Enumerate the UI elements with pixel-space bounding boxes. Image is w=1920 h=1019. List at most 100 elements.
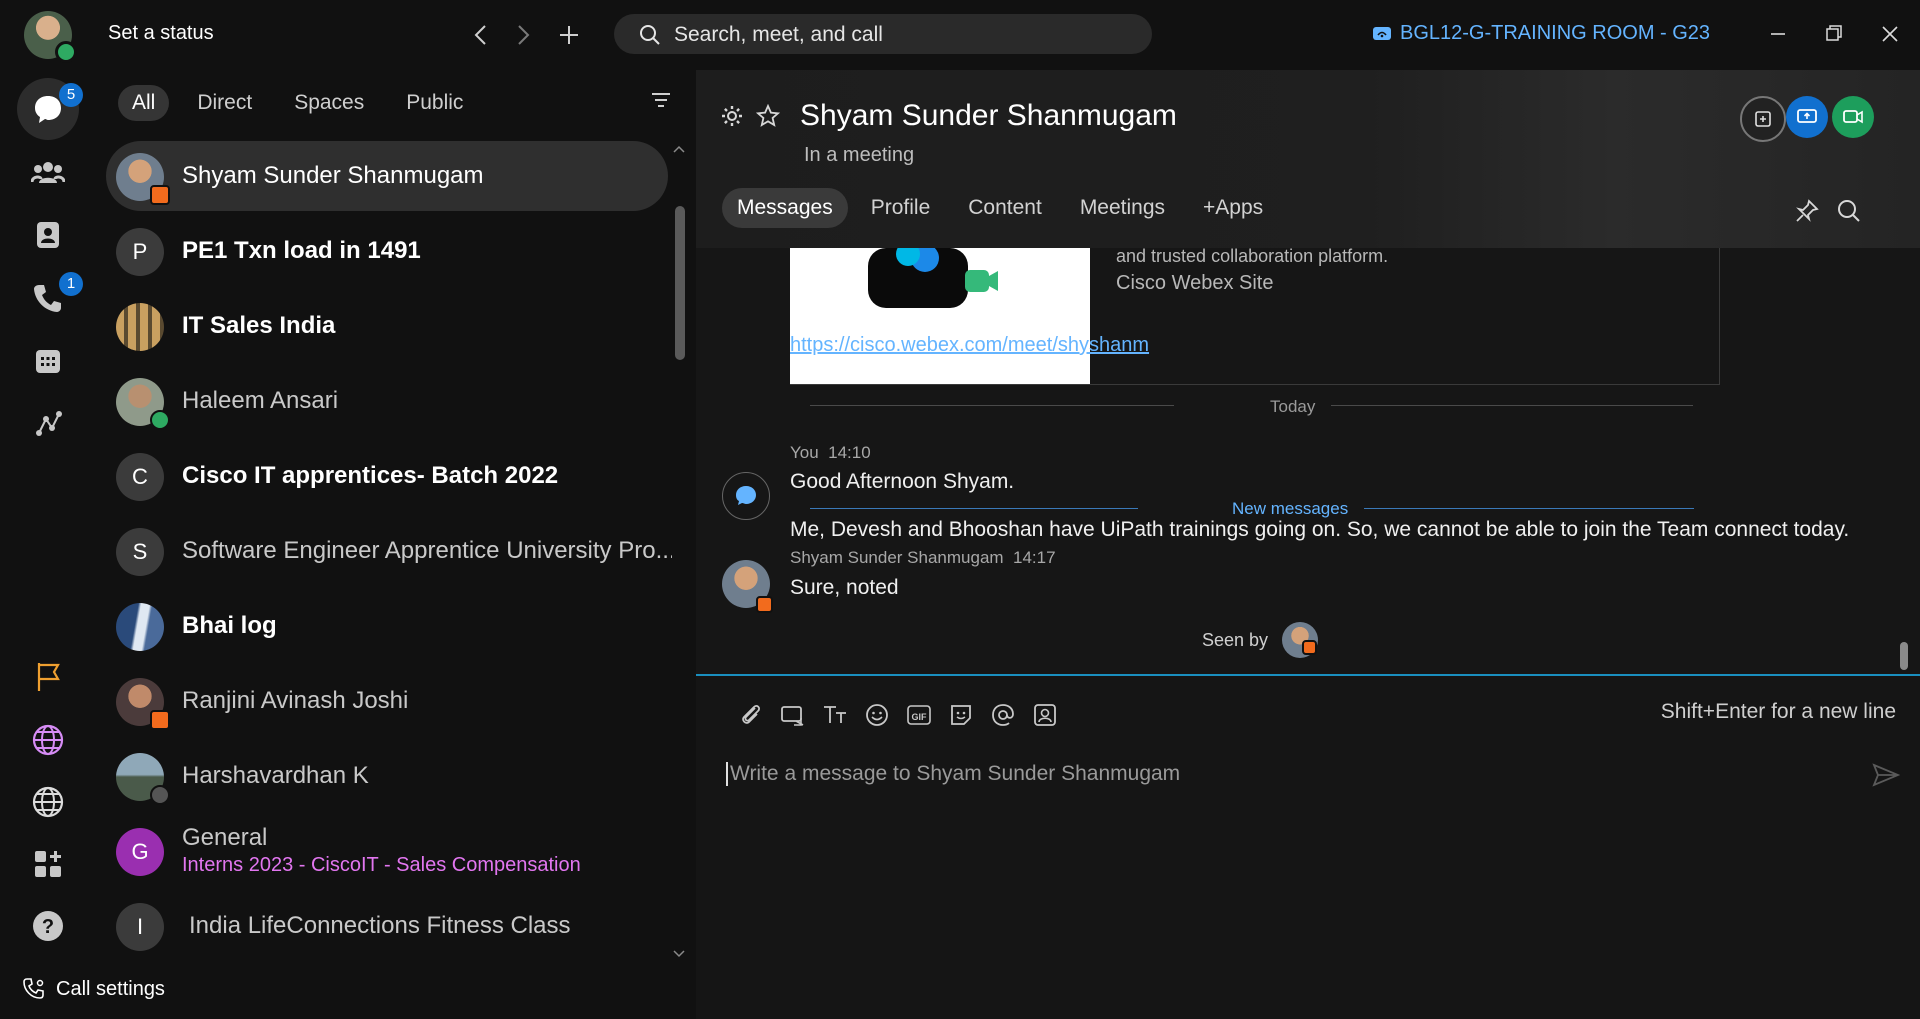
- conversation-name: Bhai log: [182, 612, 277, 639]
- call-settings-button[interactable]: Call settings: [22, 977, 165, 1001]
- my-message-avatar: [722, 472, 770, 520]
- avatar: [116, 603, 164, 651]
- conversation-name: Shyam Sunder Shanmugam: [182, 162, 484, 189]
- sticker-icon[interactable]: [948, 702, 974, 728]
- search-bar[interactable]: Search, meet, and call: [614, 14, 1152, 54]
- tab-profile[interactable]: Profile: [856, 188, 946, 228]
- back-icon[interactable]: [466, 20, 496, 50]
- workflow-icon[interactable]: [24, 400, 72, 448]
- attach-icon[interactable]: [738, 702, 764, 728]
- conversation-name: India LifeConnections Fitness Class: [189, 912, 571, 939]
- conversation-bhai-log[interactable]: Bhai log: [106, 591, 668, 661]
- filter-menu-icon[interactable]: [650, 90, 672, 110]
- in-meeting-icon: [756, 596, 773, 613]
- send-icon[interactable]: [1872, 762, 1900, 788]
- in-meeting-icon: [150, 710, 170, 730]
- avatar: C: [116, 453, 164, 501]
- link-preview-description: and trusted collaboration platform.: [1116, 246, 1389, 266]
- tab-messages[interactable]: Messages: [722, 188, 848, 228]
- restore-icon[interactable]: [1818, 18, 1850, 50]
- flag-icon[interactable]: [24, 653, 72, 701]
- tab-meetings[interactable]: Meetings: [1065, 188, 1180, 228]
- message-text: Me, Devesh and Bhooshan have UiPath trai…: [790, 518, 1850, 541]
- conversation-software-engineer-apprentice[interactable]: S Software Engineer Apprentice Universit…: [106, 516, 672, 586]
- forward-icon[interactable]: [508, 20, 538, 50]
- conversation-cisco-it-apprentices[interactable]: C Cisco IT apprentices- Batch 2022: [106, 441, 668, 511]
- today-divider-right: [1331, 405, 1693, 406]
- message-sender: Shyam Sunder Shanmugam: [790, 548, 1004, 567]
- seen-by-label: Seen by: [1202, 630, 1269, 650]
- title-bar: Set a status Search, meet, and call BGL1…: [0, 0, 1920, 70]
- filter-public[interactable]: Public: [392, 85, 477, 121]
- calling-badge: 1: [59, 272, 83, 296]
- avatar: I: [116, 903, 164, 951]
- svg-text:?: ?: [42, 916, 54, 938]
- search-icon[interactable]: [1836, 198, 1862, 224]
- message-sender-you: You 14:10: [790, 443, 871, 463]
- today-divider-left: [810, 405, 1174, 406]
- minimize-icon[interactable]: [1762, 18, 1794, 50]
- chat-scroll-thumb[interactable]: [1900, 642, 1908, 670]
- mention-icon[interactable]: [990, 702, 1016, 728]
- chat-status: In a meeting: [804, 144, 915, 166]
- contact-card-icon[interactable]: [1032, 702, 1058, 728]
- calendar-icon[interactable]: [24, 337, 72, 385]
- close-icon[interactable]: [1874, 18, 1906, 50]
- plus-icon[interactable]: [554, 20, 584, 50]
- star-icon[interactable]: [756, 104, 780, 128]
- add-apps-icon[interactable]: [24, 840, 72, 888]
- text-format-icon[interactable]: [822, 702, 848, 728]
- conversation-list-scroll-thumb[interactable]: [675, 206, 685, 360]
- conversation-filters: All Direct Spaces Public: [118, 85, 477, 121]
- pin-icon[interactable]: [1794, 198, 1820, 224]
- presence-available-icon: [55, 41, 77, 63]
- tab-content[interactable]: Content: [953, 188, 1057, 228]
- filter-spaces[interactable]: Spaces: [280, 85, 378, 121]
- conversation-name: Software Engineer Apprentice University …: [182, 537, 672, 564]
- search-icon: [638, 23, 662, 47]
- set-status-button[interactable]: Set a status: [108, 22, 214, 45]
- teams-icon[interactable]: [24, 148, 72, 196]
- message-input[interactable]: Write a message to Shyam Sunder Shanmuga…: [726, 762, 1180, 786]
- conversation-india-lifeconnections[interactable]: I India LifeConnections Fitness Class: [106, 891, 668, 961]
- globe-app-icon[interactable]: [24, 716, 72, 764]
- avatar: P: [116, 228, 164, 276]
- conversation-name: Ranjini Avinash Joshi: [182, 687, 409, 714]
- conversation-ranjini-avinash-joshi[interactable]: Ranjini Avinash Joshi: [106, 666, 668, 736]
- message-sender: You: [790, 443, 819, 462]
- conversation-name: General: [182, 824, 268, 851]
- chat-tabs: Messages Profile Content Meetings +Apps: [722, 188, 1278, 228]
- gif-icon[interactable]: GIF: [906, 702, 932, 728]
- conversation-team-name: Interns 2023 - CiscoIT - Sales Compensat…: [182, 854, 581, 876]
- conversation-harshavardhan-k[interactable]: Harshavardhan K: [106, 741, 668, 811]
- new-messages-label: New messages: [1232, 499, 1349, 518]
- share-screen-button[interactable]: [1786, 96, 1828, 138]
- chat-title: Shyam Sunder Shanmugam: [800, 99, 1177, 132]
- conversation-general[interactable]: G General Interns 2023 - CiscoIT - Sales…: [106, 816, 668, 886]
- conversation-shyam[interactable]: Shyam Sunder Shanmugam: [106, 141, 668, 211]
- filter-all[interactable]: All: [118, 85, 170, 121]
- filter-direct[interactable]: Direct: [183, 85, 266, 121]
- in-meeting-icon: [1302, 640, 1317, 655]
- help-icon[interactable]: ?: [24, 902, 72, 950]
- globe-icon[interactable]: [24, 778, 72, 826]
- meet-button[interactable]: [1832, 96, 1874, 138]
- conversation-pe1-txn[interactable]: P PE1 Txn load in 1491: [106, 216, 668, 286]
- screen-capture-icon[interactable]: [780, 702, 806, 728]
- schedule-meeting-button[interactable]: [1740, 96, 1786, 142]
- gear-icon[interactable]: [720, 104, 744, 128]
- new-messages-divider-left: [810, 508, 1138, 509]
- connected-device[interactable]: BGL12-G-TRAINING ROOM - G23: [1372, 22, 1710, 45]
- messaging-badge: 5: [59, 83, 83, 107]
- emoji-icon[interactable]: [864, 702, 890, 728]
- conversation-it-sales-india[interactable]: IT Sales India: [106, 291, 668, 361]
- tab-apps[interactable]: +Apps: [1188, 188, 1278, 228]
- meeting-link[interactable]: https://cisco.webex.com/meet/shyshanm: [790, 334, 1149, 357]
- contacts-icon[interactable]: [24, 211, 72, 259]
- call-settings-icon: [22, 977, 46, 1001]
- conversation-haleem-ansari[interactable]: Haleem Ansari: [106, 366, 668, 436]
- message-text: Good Afternoon Shyam.: [790, 470, 1015, 493]
- share-screen-icon: [1796, 107, 1818, 127]
- device-icon: [1372, 25, 1392, 43]
- conversation-name: Cisco IT apprentices- Batch 2022: [182, 462, 559, 489]
